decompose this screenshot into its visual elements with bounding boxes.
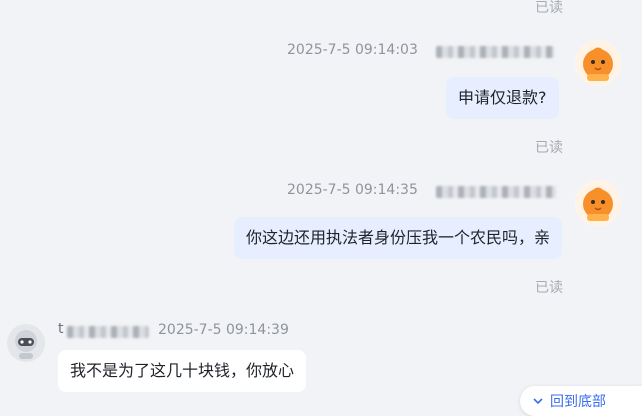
back-to-bottom-label: 回到底部 (550, 394, 606, 410)
read-status: 已读 (535, 0, 563, 16)
read-status: 已读 (535, 140, 563, 156)
sender-name-redacted (436, 183, 556, 202)
sender-name-redacted (436, 43, 554, 62)
user-avatar[interactable] (575, 180, 621, 226)
contact-avatar[interactable] (7, 324, 45, 362)
user-avatar[interactable] (575, 40, 621, 86)
message-timestamp: 2025-7-5 09:14:39 (158, 322, 289, 338)
mascot-icon (575, 180, 621, 226)
sender-name: t (58, 321, 64, 337)
message-timestamp: 2025-7-5 09:14:03 (287, 42, 418, 58)
message-bubble[interactable]: 你这边还用执法者身份压我一个农民吗，亲 (234, 217, 563, 259)
read-status: 已读 (535, 280, 563, 296)
chevron-down-icon (533, 398, 543, 405)
mascot-icon (575, 40, 621, 86)
robot-avatar-icon (7, 324, 45, 362)
message-bubble[interactable]: 我不是为了这几十块钱，你放心 (58, 350, 307, 392)
sender-name-redacted (67, 323, 149, 342)
message-bubble[interactable]: 申请仅退款? (446, 77, 559, 119)
message-timestamp: 2025-7-5 09:14:35 (287, 182, 418, 198)
back-to-bottom-button[interactable]: 回到底部 (520, 386, 642, 416)
